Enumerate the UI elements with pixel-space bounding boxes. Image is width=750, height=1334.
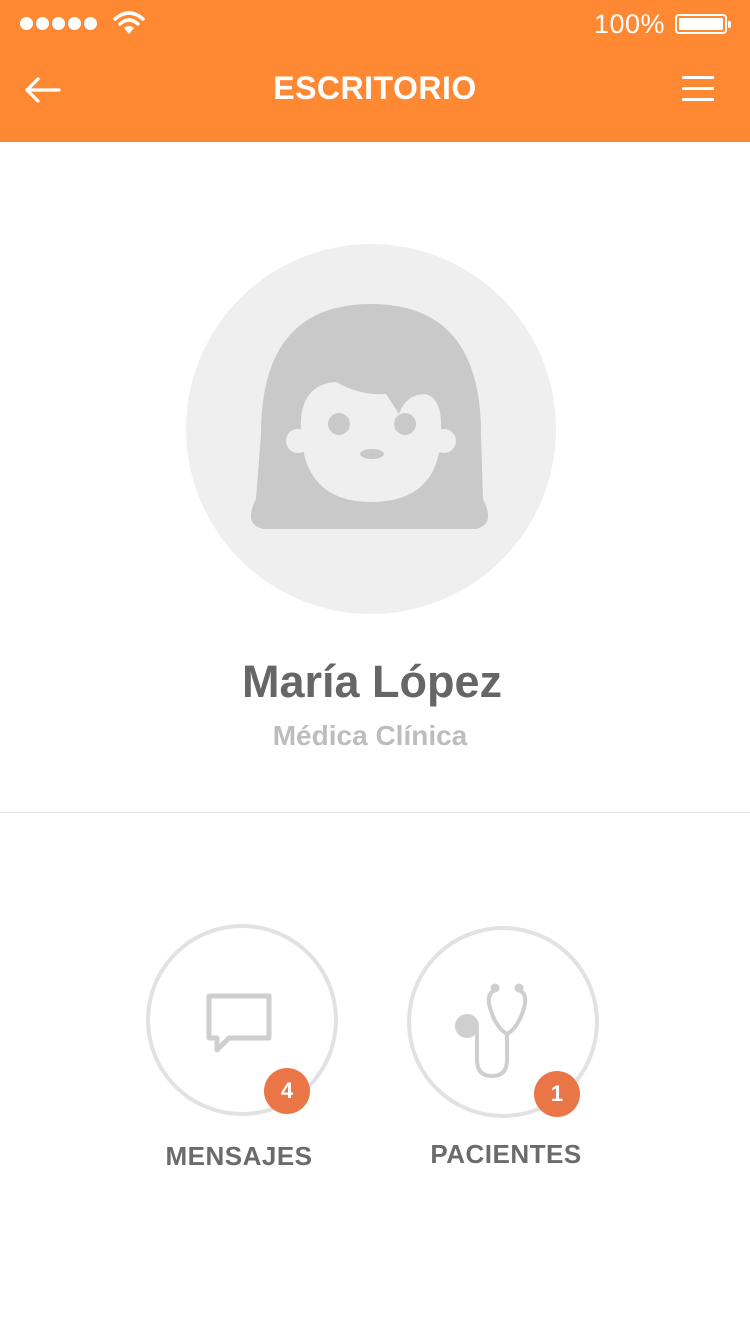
divider bbox=[0, 812, 750, 813]
chat-bubble-icon bbox=[206, 993, 272, 1053]
stethoscope-icon bbox=[455, 983, 528, 1079]
battery-icon bbox=[675, 14, 731, 34]
battery-percentage: 100% bbox=[594, 9, 666, 39]
app-header: 100% ESCRITORIO bbox=[0, 0, 750, 142]
patients-button[interactable]: 1 PACIENTES bbox=[386, 926, 626, 1176]
patients-label: PACIENTES bbox=[430, 1139, 582, 1169]
patients-count-badge: 1 bbox=[534, 1071, 580, 1117]
page-title: ESCRITORIO bbox=[273, 70, 477, 106]
messages-count-badge: 4 bbox=[264, 1068, 310, 1114]
arrow-left-icon bbox=[25, 77, 61, 103]
signal-strength-icon bbox=[20, 17, 97, 30]
status-bar: 100% bbox=[0, 0, 750, 50]
profile-name: María López bbox=[241, 656, 503, 707]
profile-avatar bbox=[186, 244, 556, 614]
wifi-icon bbox=[113, 11, 145, 34]
menu-button[interactable] bbox=[680, 76, 720, 106]
profile-role: Médica Clínica bbox=[272, 720, 468, 751]
female-avatar-icon bbox=[250, 304, 489, 529]
back-button[interactable] bbox=[22, 72, 66, 108]
messages-button[interactable]: 4 MENSAJES bbox=[119, 924, 359, 1174]
messages-label: MENSAJES bbox=[165, 1141, 313, 1171]
hamburger-menu-icon bbox=[680, 76, 720, 101]
